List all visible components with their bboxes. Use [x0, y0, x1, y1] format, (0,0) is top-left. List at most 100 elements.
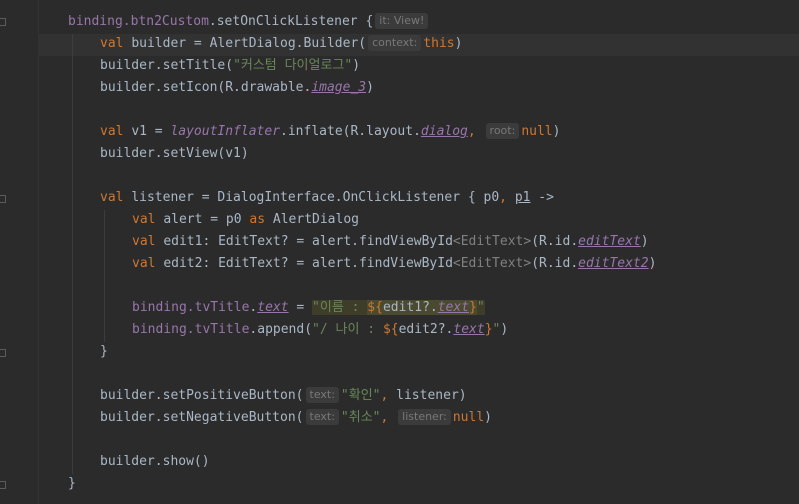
fold-marker-icon[interactable] [0, 349, 6, 357]
code-token: , [380, 388, 397, 403]
code-line[interactable]: builder.setView(v1) [100, 143, 249, 165]
code-token: listener) [396, 388, 467, 403]
code-token: val [100, 124, 132, 139]
code-token: .append( [249, 322, 313, 337]
code-line[interactable]: } [68, 473, 76, 495]
code-token: ) [640, 234, 649, 249]
code-token: , [467, 124, 484, 139]
indent-guide [72, 34, 73, 474]
code-line[interactable]: val edit1: EditText? = alert.findViewByI… [132, 231, 649, 253]
code-line[interactable]: binding.tvTitle.append("/ 나이 : ${edit2?.… [132, 319, 508, 341]
parameter-hint: root: [485, 123, 520, 139]
code-token: p1 [514, 190, 531, 205]
code-editor[interactable]: binding.btn2Custom.setOnClickListener {i… [0, 0, 799, 504]
code-token: " [476, 300, 485, 315]
code-token: null [521, 124, 553, 139]
code-line[interactable]: val v1 = layoutInflater.inflate(R.layout… [100, 121, 560, 143]
indent-guide [104, 210, 105, 342]
code-line[interactable]: } [100, 341, 108, 363]
code-token: builder.setIcon(R.drawable. [100, 80, 312, 95]
code-token: builder.show() [100, 454, 210, 469]
code-token: val [100, 36, 132, 51]
code-token: "확인" [340, 388, 381, 403]
code-token: binding. [132, 322, 195, 337]
code-token: } [100, 344, 108, 359]
fold-marker-icon[interactable] [0, 481, 6, 489]
code-line[interactable]: val listener = DialogInterface.OnClickLi… [100, 187, 554, 209]
code-token: ) [552, 124, 561, 139]
code-token: ) [500, 322, 509, 337]
parameter-hint: it: View! [375, 13, 429, 29]
code-token: builder.setTitle( [100, 58, 234, 73]
code-token: } [484, 322, 493, 337]
code-token: builder.setNegativeButton( [100, 410, 304, 425]
code-token: binding. [68, 14, 131, 29]
code-line[interactable]: builder.show() [100, 451, 210, 473]
code-line[interactable]: val builder = AlertDialog.Builder(contex… [100, 33, 462, 55]
code-token: <EditText> [452, 234, 532, 249]
code-token: edit2?. [398, 322, 454, 337]
fold-marker-icon[interactable] [0, 195, 6, 203]
code-token: dialog [420, 124, 468, 139]
code-token: ) [366, 80, 374, 95]
code-token: .inflate(R.layout. [280, 124, 421, 139]
code-token: <EditText> [452, 256, 532, 271]
code-line[interactable]: binding.tvTitle.text = "이름 : ${edit1?.te… [132, 297, 485, 319]
code-token: as [249, 212, 273, 227]
code-token: "커스텀 다이얼로그" [233, 58, 353, 73]
code-line[interactable]: binding.btn2Custom.setOnClickListener {i… [68, 11, 430, 33]
code-token: , [499, 190, 515, 205]
code-token: val [100, 190, 132, 205]
parameter-hint: context: [368, 35, 422, 51]
code-line[interactable]: val edit2: EditText? = alert.findViewByI… [132, 253, 656, 275]
code-token: .setOnClickListener [208, 14, 366, 29]
code-token: v1 = [131, 124, 171, 139]
code-line[interactable]: builder.setTitle("커스텀 다이얼로그") [100, 55, 360, 77]
code-token: text [257, 300, 289, 315]
code-line[interactable]: builder.setPositiveButton(text: "확인", lis… [100, 385, 467, 407]
code-token: text [453, 322, 485, 337]
code-token: "취소" [340, 410, 381, 425]
code-token: ) [352, 58, 361, 73]
code-token: edit1: EditText? = alert.findViewById [163, 234, 453, 249]
code-token: ) [648, 256, 657, 271]
code-token: builder.setPositiveButton( [100, 388, 304, 403]
code-token: { [365, 14, 374, 29]
code-token: btn2Custom [130, 14, 209, 29]
code-token: val [132, 256, 164, 271]
code-token: this [423, 36, 455, 51]
code-token: (R.id. [531, 234, 579, 249]
code-token: , [380, 410, 397, 425]
code-token: edit1?. [382, 300, 438, 315]
code-token: } [68, 476, 76, 491]
code-token: tvTitle [194, 300, 250, 315]
code-token: = [288, 300, 313, 315]
editor-gutter[interactable] [0, 0, 39, 504]
code-token: null [452, 410, 485, 425]
code-line[interactable]: builder.setNegativeButton(text: "취소", lis… [100, 407, 492, 429]
code-token: val [132, 234, 164, 249]
code-token: builder = AlertDialog.Builder( [131, 36, 367, 51]
parameter-hint: text: [305, 387, 339, 403]
code-line[interactable]: val alert = p0 as AlertDialog [132, 209, 359, 231]
code-token: AlertDialog [272, 212, 359, 227]
code-token: ) [454, 36, 463, 51]
code-token: -> [530, 190, 554, 205]
code-token: edit2: EditText? = alert.findViewById [163, 256, 453, 271]
code-line[interactable]: builder.setIcon(R.drawable.image_3) [100, 77, 374, 99]
code-token: ${ [367, 300, 383, 315]
code-token: builder.setView(v1) [100, 146, 249, 161]
fold-marker-icon[interactable] [0, 18, 6, 26]
parameter-hint: text: [305, 409, 339, 425]
parameter-hint: listener: [398, 409, 451, 425]
code-token: layoutInflater [170, 124, 281, 139]
code-token: ${ [382, 322, 399, 337]
code-token: binding. [132, 300, 195, 315]
code-token: image_3 [311, 80, 367, 95]
code-token: } [469, 300, 477, 315]
code-token: text [437, 300, 470, 315]
code-token: ) [484, 410, 492, 425]
code-token: "이름 : [312, 300, 368, 315]
code-token: "/ 나이 : [312, 322, 383, 337]
code-token: listener = DialogInterface.OnClickListen… [131, 190, 500, 205]
